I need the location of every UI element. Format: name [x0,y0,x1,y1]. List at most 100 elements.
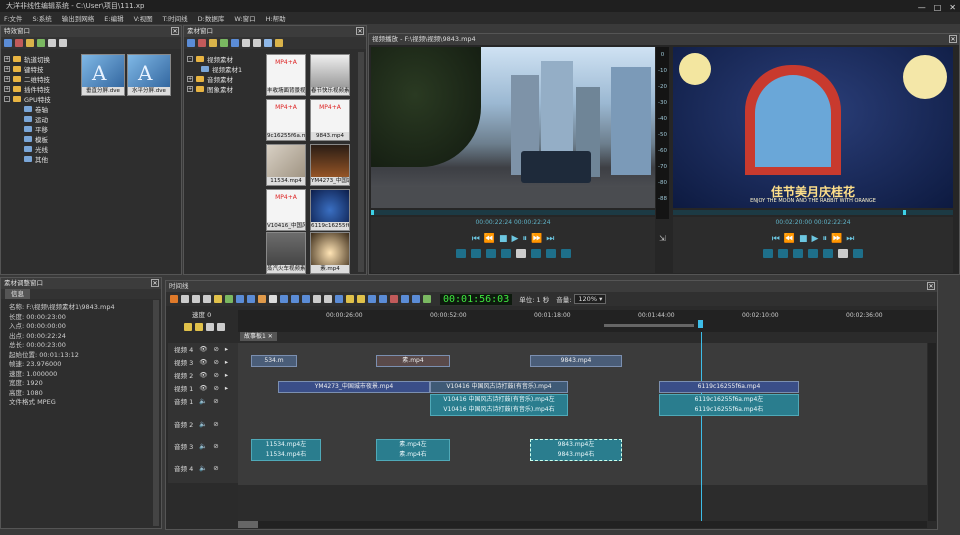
mark-out-icon[interactable] [357,295,365,303]
arrow-left-icon[interactable] [225,295,233,303]
settings-icon[interactable] [560,249,571,258]
menu-output[interactable]: 输出到网络 [62,13,95,23]
list-icon[interactable] [48,39,56,47]
close-icon[interactable]: ✕ [927,282,935,290]
tree-item[interactable]: + 键特技 [4,64,78,74]
timeline-timecode[interactable]: 00:01:56:03 [440,293,513,305]
work-area-bar[interactable] [604,324,694,327]
tree-item[interactable]: 视频素材1 [187,64,261,74]
close-icon[interactable]: ✕ [949,35,957,43]
track-head-a4[interactable]: 音频 4 🔈 ⊘ [170,462,238,474]
loop-icon[interactable] [485,249,496,258]
extract-icon[interactable] [423,295,431,303]
material-thumb[interactable]: 春节快乐视频素材 [310,54,350,96]
link-icon[interactable]: ⊘ [213,420,218,428]
menu-system[interactable]: S:系统 [32,13,51,23]
tree-item[interactable]: 卷轴 [4,104,78,114]
menu-file[interactable]: F:文件 [4,13,22,23]
link-icon[interactable]: ⊘ [213,371,218,379]
stop-icon[interactable]: ■ [799,234,808,244]
tree-item[interactable]: + 二维特技 [4,74,78,84]
add-icon[interactable] [37,39,45,47]
tree-item[interactable]: 运动 [4,114,78,124]
expand-icon[interactable]: + [4,66,10,72]
clip-v3-1[interactable]: 534.m [251,355,297,367]
delete-icon[interactable] [15,39,23,47]
scrollbar[interactable] [358,52,364,272]
speaker-icon[interactable]: 🔈 [199,420,207,428]
folder-icon[interactable] [26,39,34,47]
copy-icon[interactable] [545,249,556,258]
eye-icon[interactable]: 👁 [199,371,207,379]
material-thumb[interactable]: 11534.mp4 [266,144,306,186]
material-thumb[interactable]: MP4+A 9c16255f6a.mp4 [266,99,306,141]
clip-a1-1[interactable]: V10416 中国风古诗打鼓(有音乐).mp4左 V10416 中国风古诗打鼓(… [430,394,568,416]
track-select-icon[interactable] [280,295,288,303]
menu-help[interactable]: H:帮助 [266,13,286,23]
h-scrollbar[interactable] [238,521,927,528]
material-thumb[interactable]: 素.mp4 [310,232,350,274]
mark-out-icon[interactable] [778,249,788,258]
expand-icon[interactable]: + [4,76,10,82]
tree-item[interactable]: + 轨道切换 [4,54,78,64]
link-icon[interactable]: ⊘ [213,384,218,392]
clip-a3-2[interactable]: 素.mp4左 素.mp4右 [376,439,450,461]
expand-icon[interactable]: - [4,96,10,102]
eye-icon[interactable]: 👁 [199,345,207,353]
mark-in-icon[interactable] [455,249,466,258]
speaker-icon[interactable]: 🔈 [199,397,207,405]
forward-icon[interactable]: ⏩ [531,234,542,244]
tree-item[interactable]: 其他 [4,154,78,164]
settings-icon[interactable] [853,249,863,258]
tree-item[interactable]: 平移 [4,124,78,134]
zoom-select[interactable]: 120% ▾ [574,294,607,304]
link-icon[interactable] [195,323,203,331]
close-icon[interactable]: ✕ [151,279,159,287]
roll-icon[interactable] [324,295,332,303]
export-icon[interactable] [401,295,409,303]
track-head-a1[interactable]: 音频 1 🔈 ⊘ [170,395,238,407]
expand-icon[interactable]: + [187,76,193,82]
menu-timeline[interactable]: T:时间线 [163,13,188,23]
ripple-icon[interactable] [313,295,321,303]
tree-item[interactable]: - 视频素材 [187,54,261,64]
to-end-icon[interactable]: ⏭ [846,234,854,244]
tree-item[interactable]: 光线 [4,144,78,154]
track-head-a3[interactable]: 音频 3 🔈 ⊘ [170,440,238,452]
tree-item[interactable]: + 图象素材 [187,84,261,94]
track-head-v2[interactable]: 视频 2 👁 ⊘ ▸ [170,369,238,381]
slide-icon[interactable] [302,295,310,303]
go-in-icon[interactable] [808,249,818,258]
loop-icon[interactable] [793,249,803,258]
expand-icon[interactable]: - [187,56,193,62]
grid-icon[interactable] [59,39,67,47]
clip-a3-3[interactable]: 9843.mp4左 9843.mp4右 [530,439,622,461]
clip-v1-1[interactable]: YM4273_中国城市夜景.mp4 [278,381,430,393]
sync-icon[interactable] [206,323,214,331]
material-thumb[interactable]: YM4273_中国城市夜景 [310,144,350,186]
rewind-icon[interactable]: ⏪ [784,234,795,244]
play-icon[interactable]: ▶ [512,234,519,244]
stop-icon[interactable]: ■ [499,234,508,244]
overwrite-icon[interactable] [530,249,541,258]
expand-icon[interactable]: ▸ [225,345,228,353]
time-ruler[interactable]: 00:00:26:00 00:00:52:00 00:01:18:00 00:0… [238,310,937,332]
close-icon[interactable]: ✕ [356,27,364,35]
track-head-v4[interactable]: 视频 4 👁 ⊘ ▸ [170,343,238,355]
magnet-icon[interactable] [217,323,225,331]
eye-icon[interactable]: 👁 [199,358,207,366]
speaker-icon[interactable]: 🔈 [199,464,207,472]
select-icon[interactable] [269,295,277,303]
source-video[interactable] [371,47,655,208]
grid-icon[interactable] [253,39,261,47]
scroll-thumb[interactable] [238,521,258,528]
list-icon[interactable] [242,39,250,47]
expand-icon[interactable]: + [187,86,193,92]
source-scrubber[interactable] [371,210,655,215]
menu-window[interactable]: W:窗口 [234,13,255,23]
pause-icon[interactable]: ⏸ [822,234,827,244]
arrow-right-icon[interactable] [214,295,222,303]
razor-icon[interactable] [170,295,178,303]
material-thumb[interactable]: 蒸汽火车视频素材 [266,232,306,274]
menu-view[interactable]: V:视图 [134,13,153,23]
